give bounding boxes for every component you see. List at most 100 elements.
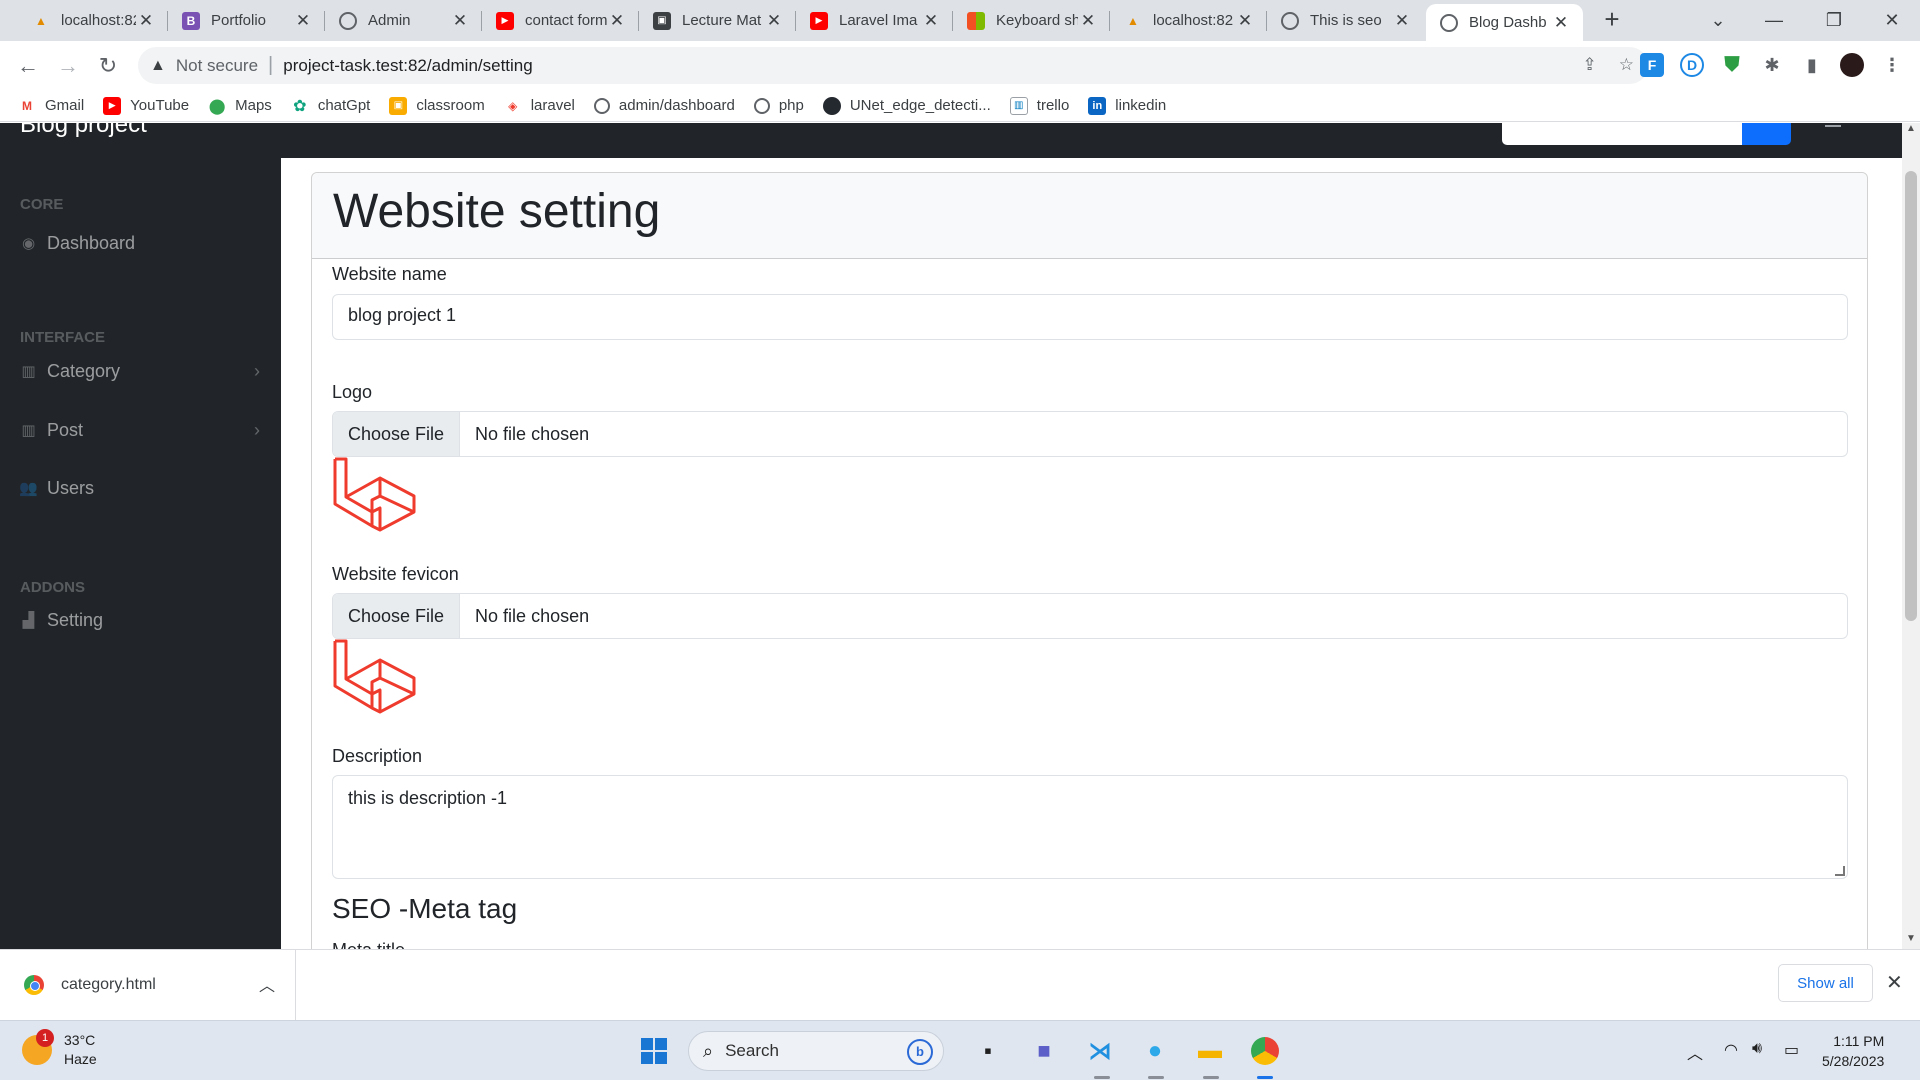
edge-icon[interactable]: ●	[1138, 1034, 1172, 1068]
bookmark-classroom[interactable]: ▣ classroom	[389, 96, 485, 115]
bookmark-admin-dashboard[interactable]: admin/dashboard	[593, 97, 735, 114]
teams-icon[interactable]: ■	[1027, 1034, 1061, 1068]
description-textarea[interactable]: this is description -1	[332, 775, 1848, 879]
page-scrollbar[interactable]: ▲ ▼	[1902, 123, 1920, 949]
close-icon[interactable]: ✕	[764, 11, 784, 31]
tab-blog-dashboard[interactable]: Blog Dashb ✕	[1426, 4, 1583, 41]
bookmark-linkedin[interactable]: in linkedin	[1088, 96, 1166, 115]
close-icon[interactable]: ✕	[136, 11, 156, 31]
tab-portfolio[interactable]: B Portfolio ✕	[168, 0, 325, 41]
battery-icon[interactable]: ▭	[1784, 1040, 1799, 1060]
youtube-icon: ▶	[103, 96, 122, 115]
close-icon[interactable]: ✕	[1392, 11, 1412, 31]
website-name-input[interactable]: blog project 1	[332, 294, 1848, 340]
warning-triangle-icon[interactable]: ▲	[150, 57, 166, 75]
puzzle-icon[interactable]: ✱	[1760, 53, 1784, 77]
download-filename[interactable]: category.html	[61, 976, 156, 994]
extension-fi-icon[interactable]: F	[1640, 53, 1664, 77]
file-status: No file chosen	[475, 423, 590, 444]
logo-file-input[interactable]: Choose File No file chosen	[332, 411, 1848, 457]
extension-d-icon[interactable]: D	[1680, 53, 1704, 77]
linkedin-icon: in	[1088, 96, 1107, 115]
tab-lecture[interactable]: ▣ Lecture Mat ✕	[639, 0, 796, 41]
bookmark-trello[interactable]: ▥ trello	[1009, 96, 1069, 115]
close-icon[interactable]: ✕	[450, 11, 470, 31]
tab-laravel-image[interactable]: ▶ Laravel Ima ✕	[796, 0, 953, 41]
choose-file-button[interactable]: Choose File	[333, 412, 461, 456]
favicon-file-input[interactable]: Choose File No file chosen	[332, 593, 1848, 639]
app-brand[interactable]: Blog project	[20, 123, 147, 139]
tab-keyboard[interactable]: Keyboard sh ✕	[953, 0, 1110, 41]
download-item[interactable]: category.html ︿	[0, 950, 296, 1020]
show-all-button[interactable]: Show all	[1778, 964, 1873, 1002]
chatgpt-icon: ✿	[293, 97, 307, 115]
vscode-icon[interactable]: ⋊	[1083, 1034, 1117, 1068]
close-icon[interactable]: ✕	[607, 11, 627, 31]
user-menu-icon[interactable]	[1825, 125, 1841, 127]
scrollbar-thumb[interactable]	[1905, 171, 1917, 621]
window-close-icon[interactable]: ✕	[1864, 0, 1920, 41]
close-icon[interactable]: ✕	[1235, 11, 1255, 31]
maximize-icon[interactable]: ❐	[1806, 0, 1862, 41]
tab-localhost-1[interactable]: ▲ localhost:82 ✕	[18, 0, 168, 41]
volume-icon[interactable]: 🔊︎	[1752, 1040, 1762, 1058]
bookmark-gmail[interactable]: M Gmail	[18, 97, 84, 115]
reload-icon[interactable]: ↻	[92, 50, 124, 82]
sidebar-item-post[interactable]: ▥ Post ›	[20, 415, 260, 445]
navbar-search-button[interactable]	[1742, 123, 1791, 145]
file-explorer-icon[interactable]: ▬	[1193, 1034, 1227, 1068]
close-icon[interactable]: ✕	[1551, 13, 1571, 33]
choose-file-button[interactable]: Choose File	[333, 594, 461, 638]
bing-icon[interactable]: b	[907, 1039, 933, 1065]
tab-contact-form[interactable]: ▶ contact form ✕	[482, 0, 639, 41]
address-bar[interactable]: ▲ Not secure | project-task.test:82/admi…	[138, 47, 1648, 84]
shield-icon[interactable]: ⛊	[1720, 53, 1744, 77]
resize-handle-icon[interactable]	[1835, 866, 1845, 876]
close-icon[interactable]: ✕	[1078, 11, 1098, 31]
chrome-taskbar-icon[interactable]	[1248, 1034, 1282, 1068]
bookmark-unet[interactable]: UNet_edge_detecti...	[822, 96, 991, 115]
navbar-search-input[interactable]	[1502, 123, 1742, 145]
weather-widget[interactable]: 1 33°C Haze	[22, 1029, 97, 1069]
close-icon[interactable]: ✕	[921, 11, 941, 31]
new-tab-icon[interactable]: +	[1598, 6, 1626, 34]
bookmark-star-icon[interactable]: ☆	[1619, 55, 1634, 75]
taskbar-search-box[interactable]: ⌕ Search b	[688, 1031, 944, 1071]
bookmark-maps[interactable]: ⬤ Maps	[208, 97, 272, 115]
windows-start-icon[interactable]	[637, 1034, 671, 1068]
url-text[interactable]: project-task.test:82/admin/setting	[283, 56, 532, 76]
sidebar-item-dashboard[interactable]: ◉ Dashboard	[20, 228, 260, 258]
forward-arrow-icon[interactable]: →	[52, 50, 84, 82]
sidebar-item-setting[interactable]: ▟ Setting	[20, 605, 260, 635]
scroll-down-icon[interactable]: ▼	[1902, 933, 1920, 949]
taskbar-clock[interactable]: 1:11 PM 5/28/2023	[1822, 1031, 1884, 1071]
avatar[interactable]	[1840, 53, 1864, 77]
tab-admin[interactable]: Admin ✕	[325, 0, 482, 41]
bookmark-youtube[interactable]: ▶ YouTube	[103, 96, 189, 115]
sidebar-item-category[interactable]: ▥ Category ›	[20, 356, 260, 386]
tab-seo[interactable]: This is seo ✕	[1267, 0, 1424, 41]
minimize-icon[interactable]: —	[1746, 0, 1802, 41]
clock-date: 5/28/2023	[1822, 1053, 1885, 1069]
bookmark-php[interactable]: php	[753, 97, 804, 114]
back-arrow-icon[interactable]: ←	[12, 50, 44, 82]
wifi-icon[interactable]: ◠	[1724, 1040, 1738, 1060]
chevron-up-icon[interactable]: ︿	[259, 972, 275, 996]
tab-search-icon[interactable]: ⌄	[1690, 0, 1746, 41]
scroll-up-icon[interactable]: ▲	[1902, 123, 1920, 139]
share-icon[interactable]: ⇪	[1583, 55, 1597, 75]
task-view-icon[interactable]: ▪	[971, 1034, 1005, 1068]
security-label[interactable]: Not secure	[176, 56, 258, 76]
windows-taskbar: 1 33°C Haze ⌕ Search b ▪ ■ ⋊ ● ▬ ︿ ◠ 🔊︎ …	[0, 1020, 1920, 1080]
windows-logo	[641, 1038, 667, 1064]
chevron-up-icon[interactable]: ︿	[1687, 1040, 1703, 1064]
taskbar-search-placeholder: Search	[725, 1041, 779, 1060]
close-icon[interactable]: ✕	[293, 11, 313, 31]
bookmark-laravel[interactable]: ◈ laravel	[504, 97, 575, 115]
side-panel-icon[interactable]: ▮	[1800, 53, 1824, 77]
tab-localhost-2[interactable]: ▲ localhost:82 ✕	[1110, 0, 1267, 41]
kebab-menu-icon[interactable]: ⋮	[1880, 53, 1904, 77]
sidebar-item-users[interactable]: 👥 Users	[19, 473, 260, 503]
close-icon[interactable]: ✕	[1886, 970, 1903, 995]
bookmark-chatgpt[interactable]: ✿ chatGpt	[291, 97, 370, 115]
